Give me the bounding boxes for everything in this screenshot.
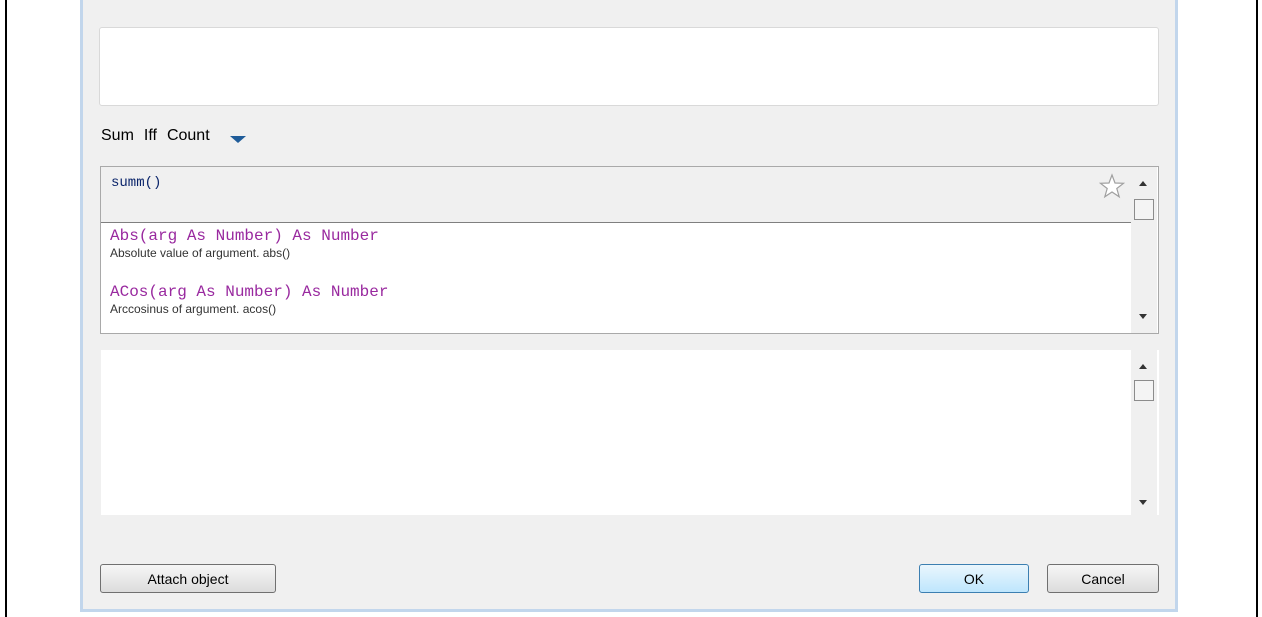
function-description: Absolute value of argument. abs() <box>110 246 291 260</box>
formula-input[interactable] <box>99 27 1159 106</box>
ok-button[interactable]: OK <box>919 564 1029 593</box>
cancel-button[interactable]: Cancel <box>1047 564 1159 593</box>
scroll-thumb[interactable] <box>1134 199 1154 220</box>
arrow-up-icon[interactable] <box>1139 181 1147 186</box>
attach-object-button[interactable]: Attach object <box>100 564 276 593</box>
function-item-abs[interactable]: Abs(arg As Number) As Number Absolute va… <box>110 227 379 260</box>
arrow-down-icon[interactable] <box>1139 314 1147 319</box>
function-description: Arccosinus of argument. acos() <box>110 302 277 316</box>
quick-function-sum[interactable]: Sum <box>101 127 134 145</box>
current-function-query: summ() <box>111 175 162 191</box>
help-pane <box>101 350 1159 515</box>
help-pane-scrollbar[interactable] <box>1131 350 1157 515</box>
function-list[interactable]: summ() Abs(arg As Number) As Number Abso… <box>100 166 1159 334</box>
quick-function-iff[interactable]: Iff <box>144 127 157 145</box>
quick-functions-bar: Sum Iff Count <box>101 126 246 146</box>
star-icon[interactable] <box>1099 173 1125 199</box>
outer-frame-right <box>1256 0 1258 617</box>
function-signature: Abs(arg As Number) As Number <box>110 227 379 245</box>
arrow-down-icon[interactable] <box>1139 500 1147 505</box>
arrow-up-icon[interactable] <box>1139 364 1147 369</box>
function-signature: ACos(arg As Number) As Number <box>110 283 389 301</box>
function-item-acos[interactable]: ACos(arg As Number) As Number Arccosinus… <box>110 283 388 316</box>
function-list-scrollbar[interactable] <box>1131 167 1157 333</box>
function-list-header: summ() <box>101 167 1131 223</box>
chevron-down-icon[interactable] <box>229 135 246 143</box>
outer-frame-left <box>5 0 7 617</box>
quick-function-count[interactable]: Count <box>167 127 210 145</box>
scroll-thumb[interactable] <box>1134 380 1154 401</box>
